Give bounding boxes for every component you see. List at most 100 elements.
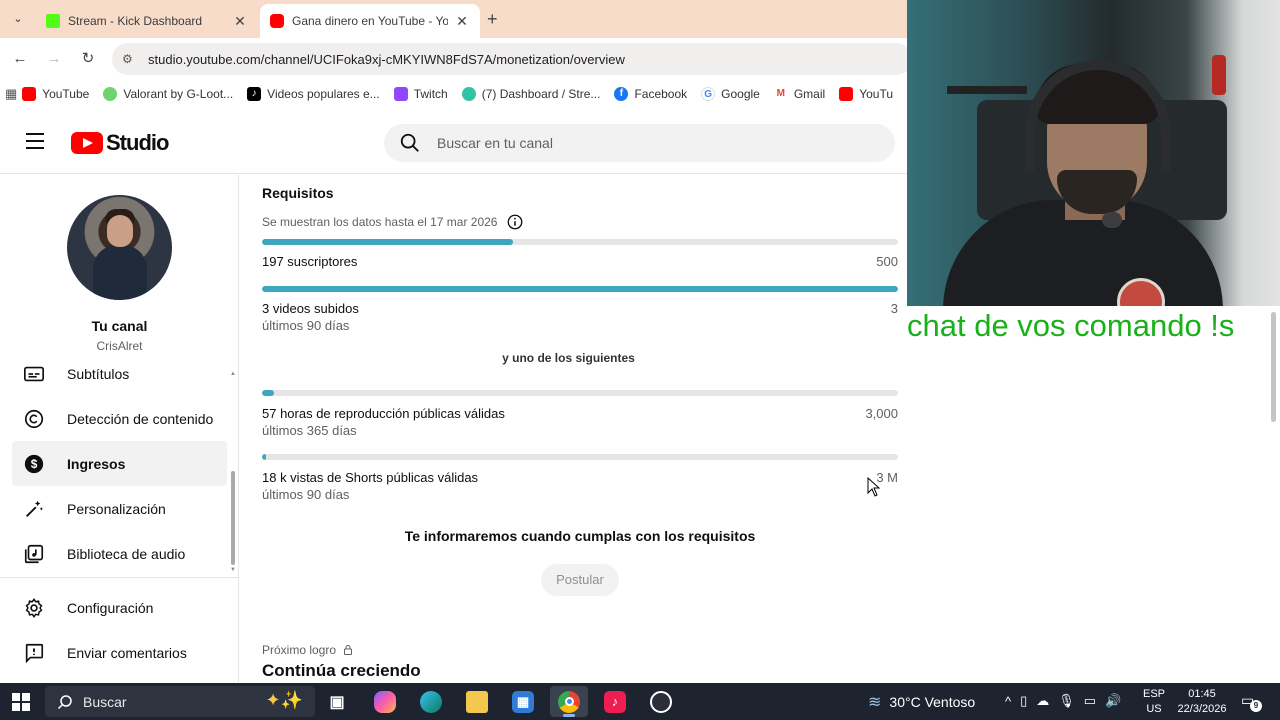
- chrome-icon: [558, 690, 580, 713]
- notification-center-icon[interactable]: ▭ 9: [1241, 692, 1262, 712]
- channel-avatar[interactable]: [67, 195, 172, 300]
- sidebar-item-earnings[interactable]: $ Ingresos: [12, 441, 227, 486]
- feedback-icon: [22, 641, 46, 665]
- bookmark-item[interactable]: YouTu: [839, 87, 893, 101]
- webcam-overlay: [907, 0, 1280, 306]
- microphone-icon[interactable]: 🎙: [1058, 693, 1075, 709]
- menu-icon[interactable]: [26, 133, 44, 149]
- next-milestone-title: Continúa creciendo: [262, 661, 421, 680]
- new-tab-button[interactable]: +: [487, 9, 498, 30]
- store-app[interactable]: ▦: [504, 686, 542, 717]
- or-one-of-following: y uno de los siguientes: [502, 351, 635, 365]
- bookmark-label: Gmail: [793, 87, 826, 101]
- gear-icon: [22, 596, 46, 620]
- reload-icon[interactable]: ↻: [77, 48, 99, 70]
- url-text: studio.youtube.com/channel/UCIFoka9xj-cM…: [148, 51, 625, 67]
- taskbar-search[interactable]: Buscar ✦✨: [45, 686, 315, 717]
- tiktok-app[interactable]: ♪: [596, 686, 634, 717]
- browser-tab-bar: ⌄ Stream - Kick Dashboard ✕ Gana dinero …: [0, 0, 907, 38]
- back-icon[interactable]: ←: [9, 48, 31, 70]
- search-icon: [400, 133, 419, 152]
- site-info-icon[interactable]: ⚙: [122, 52, 138, 66]
- language-code: ESP: [1143, 688, 1166, 700]
- monetization-requirements: Requisitos Se muestran los datos hasta e…: [240, 175, 907, 683]
- clock-date: 22/3/2026: [1177, 703, 1227, 715]
- page-scrollbar[interactable]: [1271, 312, 1276, 422]
- videos-period: últimos 90 días: [262, 318, 350, 333]
- edge-app[interactable]: [412, 686, 450, 717]
- apply-button[interactable]: Postular: [541, 564, 619, 596]
- copilot-app[interactable]: [366, 686, 404, 717]
- folder-icon: [466, 690, 488, 713]
- progress-fill: [262, 286, 898, 292]
- videos-uploaded-count: 3 videos subidos: [262, 301, 359, 316]
- sidebar-item-label: Ingresos: [67, 455, 126, 472]
- bookmark-item[interactable]: M Gmail: [773, 87, 826, 101]
- channel-search[interactable]: [384, 124, 895, 162]
- forward-icon[interactable]: →: [43, 48, 65, 70]
- shorts-views-progress-bar: [262, 454, 898, 460]
- studio-sidebar: Tu canal CrisAlret Subtítulos Detección …: [0, 175, 239, 683]
- studio-header: Studio: [0, 108, 907, 174]
- tab-youtube-studio[interactable]: Gana dinero en YouTube - YouT ✕: [260, 4, 480, 38]
- tab-kick-dashboard[interactable]: Stream - Kick Dashboard ✕: [36, 4, 258, 38]
- scroll-up-arrow[interactable]: ▲: [230, 371, 236, 377]
- sidebar-item-customization[interactable]: Personalización: [12, 486, 227, 531]
- file-explorer-app[interactable]: [458, 686, 496, 717]
- subscribers-target: 500: [876, 254, 898, 269]
- weather-widget[interactable]: ≋ 30°C Ventoso: [868, 692, 975, 712]
- dollar-icon: $: [22, 452, 46, 476]
- subscribers-progress-bar: [262, 239, 898, 245]
- tab-search-button[interactable]: ⌄: [8, 9, 28, 29]
- kick-icon: [46, 14, 60, 28]
- close-tab-icon[interactable]: ✕: [454, 13, 470, 30]
- sidebar-item-audio-library[interactable]: Biblioteca de audio: [12, 531, 227, 576]
- studio-logo[interactable]: Studio: [71, 130, 169, 156]
- close-tab-icon[interactable]: ✕: [232, 13, 248, 30]
- scroll-down-arrow[interactable]: ▼: [230, 567, 236, 573]
- bookmark-item[interactable]: (7) Dashboard / Stre...: [461, 87, 600, 101]
- show-hidden-icons-icon[interactable]: ^: [1005, 694, 1011, 709]
- sidebar-scrollbar[interactable]: [231, 471, 235, 565]
- edge-icon: [420, 690, 442, 713]
- wind-icon: ≋: [868, 694, 882, 711]
- address-bar[interactable]: ⚙ studio.youtube.com/channel/UCIFoka9xj-…: [112, 43, 912, 75]
- bookmark-item[interactable]: f Facebook: [614, 87, 687, 101]
- bookmark-label: Google: [721, 87, 760, 101]
- next-milestone-text: Próximo logro: [262, 643, 337, 657]
- youtube-icon: [22, 87, 37, 101]
- bookmark-item[interactable]: YouTube: [22, 87, 89, 101]
- bookmark-item[interactable]: G Google: [701, 87, 760, 101]
- clock[interactable]: 01:45 22/3/2026: [1172, 687, 1232, 717]
- chrome-app[interactable]: [550, 686, 588, 717]
- bookmark-item[interactable]: Twitch: [393, 87, 448, 101]
- copyright-icon: [22, 407, 46, 431]
- progress-fill: [262, 239, 513, 245]
- streamlabs-icon: [461, 87, 476, 101]
- videos-progress-bar: [262, 286, 898, 292]
- requirements-title: Requisitos: [262, 185, 334, 201]
- sidebar-item-content-detection[interactable]: Detección de contenido: [12, 396, 227, 441]
- sidebar-item-settings[interactable]: Configuración: [12, 585, 227, 630]
- search-input[interactable]: [437, 135, 857, 151]
- network-icon[interactable]: ▭: [1084, 693, 1096, 709]
- windows-start-icon[interactable]: [12, 693, 30, 711]
- bookmark-item[interactable]: Valorant by G-Loot...: [103, 87, 233, 101]
- task-view-button[interactable]: ▣: [318, 686, 356, 717]
- sidebar-item-subtitles[interactable]: Subtítulos: [12, 351, 227, 396]
- progress-fill: [262, 390, 275, 396]
- language-indicator[interactable]: ESP US: [1143, 687, 1165, 717]
- gloot-icon: [103, 87, 118, 101]
- subtitles-icon: [22, 362, 46, 386]
- bookmark-label: Facebook: [634, 87, 688, 101]
- bookmark-item[interactable]: ♪ Videos populares e...: [247, 87, 380, 101]
- notify-message: Te informaremos cuando cumplas con los r…: [404, 528, 756, 544]
- volume-icon[interactable]: 🔊: [1105, 693, 1121, 709]
- cloud-icon[interactable]: ☁: [1036, 693, 1049, 709]
- device-icon[interactable]: ▯: [1020, 693, 1027, 709]
- apps-grid-icon[interactable]: ▦: [0, 86, 22, 102]
- shorts-views-period: últimos 90 días: [262, 487, 350, 502]
- info-icon[interactable]: [506, 213, 524, 231]
- obs-app[interactable]: [642, 686, 680, 717]
- sidebar-item-feedback[interactable]: Enviar comentarios: [12, 630, 227, 675]
